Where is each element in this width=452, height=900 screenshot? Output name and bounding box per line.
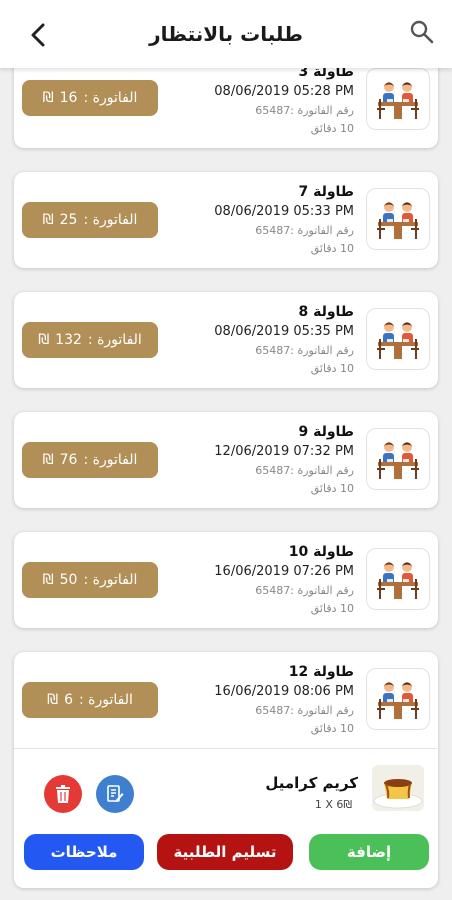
diner-table-icon [366, 548, 430, 610]
bill-amount: 76 [59, 452, 78, 468]
invoice-number: رقم الفاتورة :65487 [255, 224, 354, 237]
order-info: طاولة 3 08/06/2019 05:28 PM رقم الفاتورة… [164, 62, 354, 138]
order-header: طاولة 12 16/06/2019 08:06 PM رقم الفاتور… [14, 652, 438, 748]
page-title: طلبات بالانتظار [149, 22, 303, 46]
bill-button[interactable]: الفاتورة : 16 ₪ [22, 80, 158, 116]
app-header: طلبات بالانتظار [0, 0, 452, 68]
item-quantity: 1 X 6₪ [314, 798, 352, 811]
order-info: طاولة 9 12/06/2019 07:32 PM رقم الفاتورة… [164, 422, 354, 498]
bill-button[interactable]: الفاتورة : 6 ₪ [22, 682, 158, 718]
item-name: كريم كراميل [265, 774, 358, 792]
order-summary[interactable]: طاولة 12 16/06/2019 08:06 PM رقم الفاتور… [14, 652, 438, 748]
order-info: طاولة 12 16/06/2019 08:06 PM رقم الفاتور… [164, 662, 354, 738]
invoice-number: رقم الفاتورة :65487 [255, 704, 354, 717]
bill-label: الفاتورة : [83, 212, 138, 228]
edit-note-icon [107, 785, 124, 802]
bill-amount: 50 [59, 572, 78, 588]
order-info: طاولة 10 16/06/2019 07:26 PM رقم الفاتور… [164, 542, 354, 618]
currency-symbol: ₪ [38, 332, 50, 348]
delete-button[interactable] [44, 775, 82, 813]
currency-symbol: ₪ [42, 452, 54, 468]
invoice-number: رقم الفاتورة :65487 [255, 344, 354, 357]
trash-icon [56, 785, 70, 803]
bill-button[interactable]: الفاتورة : 50 ₪ [22, 562, 158, 598]
elapsed-time: 10 دقائق [310, 242, 354, 255]
invoice-number: رقم الفاتورة :65487 [255, 584, 354, 597]
bill-label: الفاتورة : [83, 90, 138, 106]
bill-amount: 6 [64, 692, 73, 708]
currency-symbol: ₪ [42, 572, 54, 588]
currency-symbol: ₪ [42, 212, 54, 228]
table-name: طاولة 7 [298, 184, 354, 200]
creme-caramel-image [372, 765, 424, 811]
diner-table-icon [366, 188, 430, 250]
order-card[interactable]: طاولة 9 12/06/2019 07:32 PM رقم الفاتورة… [14, 412, 438, 508]
diner-table-icon [366, 668, 430, 730]
bill-button[interactable]: الفاتورة : 25 ₪ [22, 202, 158, 238]
currency-symbol: ₪ [47, 692, 59, 708]
search-icon[interactable] [408, 18, 436, 46]
elapsed-time: 10 دقائق [310, 362, 354, 375]
order-date: 16/06/2019 07:26 PM [214, 564, 354, 579]
order-date: 08/06/2019 05:35 PM [214, 324, 354, 339]
table-name: طاولة 9 [298, 424, 354, 440]
order-card[interactable]: طاولة 7 08/06/2019 05:33 PM رقم الفاتورة… [14, 172, 438, 268]
orders-list: طاولة 3 08/06/2019 05:28 PM رقم الفاتورة… [0, 0, 452, 900]
table-name: طاولة 8 [298, 304, 354, 320]
invoice-number: رقم الفاتورة :65487 [255, 104, 354, 117]
order-date: 08/06/2019 05:28 PM [214, 84, 354, 99]
bill-button[interactable]: الفاتورة : 132 ₪ [22, 322, 158, 358]
elapsed-time: 10 دقائق [310, 122, 354, 135]
order-card[interactable]: طاولة 10 16/06/2019 07:26 PM رقم الفاتور… [14, 532, 438, 628]
elapsed-time: 10 دقائق [310, 482, 354, 495]
diner-table-icon [366, 68, 430, 130]
order-card-expanded[interactable]: طاولة 12 16/06/2019 08:06 PM رقم الفاتور… [14, 652, 438, 888]
bill-button[interactable]: الفاتورة : 76 ₪ [22, 442, 158, 478]
bill-amount: 25 [59, 212, 78, 228]
currency-symbol: ₪ [42, 90, 54, 106]
order-date: 08/06/2019 05:33 PM [214, 204, 354, 219]
deliver-order-button[interactable]: تسليم الطلبية [157, 834, 293, 870]
diner-table-icon [366, 308, 430, 370]
elapsed-time: 10 دقائق [310, 722, 354, 735]
bill-label: الفاتورة : [87, 332, 142, 348]
bill-amount: 16 [59, 90, 78, 106]
bill-label: الفاتورة : [83, 572, 138, 588]
order-date: 12/06/2019 07:32 PM [214, 444, 354, 459]
bill-label: الفاتورة : [79, 692, 133, 708]
order-card[interactable]: طاولة 8 08/06/2019 05:35 PM رقم الفاتورة… [14, 292, 438, 388]
notes-button[interactable]: ملاحظات [24, 834, 144, 870]
invoice-number: رقم الفاتورة :65487 [255, 464, 354, 477]
table-name: طاولة 12 [288, 664, 354, 680]
divider [14, 748, 438, 749]
bill-label: الفاتورة : [83, 452, 138, 468]
bill-amount: 132 [55, 332, 82, 348]
elapsed-time: 10 دقائق [310, 602, 354, 615]
edit-button[interactable] [96, 775, 134, 813]
order-date: 16/06/2019 08:06 PM [214, 684, 354, 699]
order-info: طاولة 7 08/06/2019 05:33 PM رقم الفاتورة… [164, 182, 354, 258]
table-name: طاولة 10 [288, 544, 354, 560]
diner-table-icon [366, 428, 430, 490]
add-button[interactable]: إضافة [309, 834, 429, 870]
order-info: طاولة 8 08/06/2019 05:35 PM رقم الفاتورة… [164, 302, 354, 378]
